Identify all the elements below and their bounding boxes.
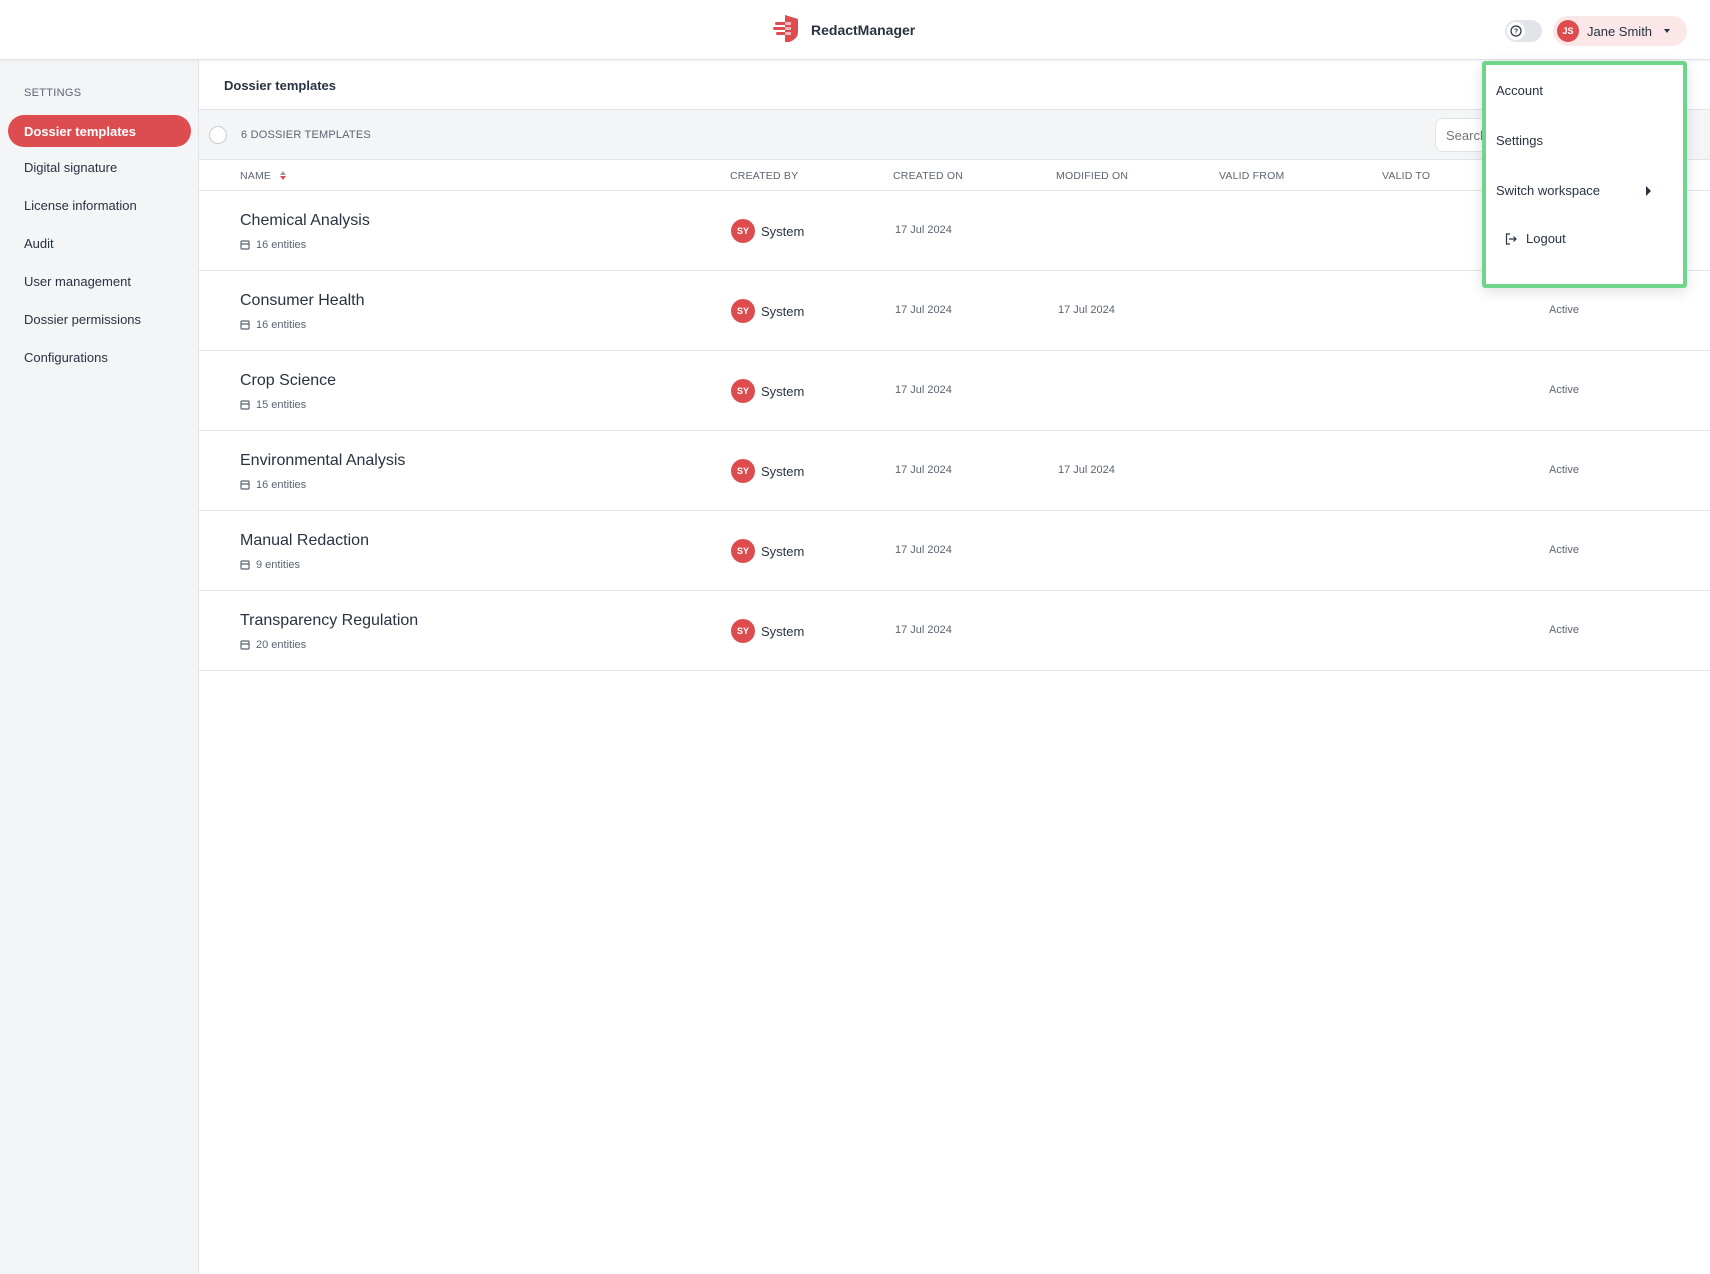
status-badge: Active <box>1549 624 1579 636</box>
status-badge: Active <box>1549 464 1579 476</box>
user-name: Jane Smith <box>1587 23 1653 39</box>
sidebar-title: SETTINGS <box>24 87 82 99</box>
template-name: Crop Science <box>240 372 337 389</box>
entities-count: 15 entities <box>256 399 307 411</box>
status-badge: Active <box>1549 544 1579 556</box>
svg-text:?: ? <box>1514 29 1518 36</box>
entities-icon <box>240 320 250 330</box>
chevron-right-icon <box>1646 186 1651 196</box>
sidebar-item-license-information[interactable]: License information <box>8 189 191 221</box>
created-on: 17 Jul 2024 <box>895 544 952 556</box>
creator-name: System <box>761 383 805 399</box>
entities-count: 9 entities <box>256 559 301 571</box>
brand[interactable]: RedactManager <box>771 14 915 46</box>
table-row[interactable]: Manual Redaction 9 entities SY System 17… <box>199 511 1710 591</box>
template-entities: 9 entities <box>240 559 300 571</box>
table-row[interactable]: Environmental Analysis 16 entities SY Sy… <box>199 431 1710 511</box>
sidebar-item-user-management[interactable]: User management <box>8 265 191 297</box>
page-title: Dossier templates <box>224 78 336 93</box>
created-on: 17 Jul 2024 <box>895 624 952 636</box>
sort-icon <box>280 170 287 180</box>
status-badge: Active <box>1549 304 1579 316</box>
user-menu-button[interactable]: JS Jane Smith <box>1553 16 1687 46</box>
creator-name: System <box>761 463 805 479</box>
logout-icon <box>1505 232 1517 245</box>
user-dropdown-menu: Account Settings Switch workspace Logout <box>1482 61 1687 288</box>
template-name: Transparency Regulation <box>240 612 419 629</box>
table-row[interactable]: Crop Science 15 entities SY System 17 Ju… <box>199 351 1710 431</box>
help-mode-toggle[interactable]: ? <box>1505 20 1542 42</box>
sidebar-item-audit[interactable]: Audit <box>8 227 191 259</box>
column-header-created-by[interactable]: CREATED BY <box>730 170 798 182</box>
created-by: SY System <box>731 539 804 563</box>
created-on: 17 Jul 2024 <box>895 464 952 476</box>
table-row[interactable]: Transparency Regulation 20 entities SY S… <box>199 591 1710 671</box>
creator-name: System <box>761 303 805 319</box>
creator-avatar: SY <box>731 379 755 403</box>
created-by: SY System <box>731 299 804 323</box>
creator-name: System <box>761 543 805 559</box>
modified-on: 17 Jul 2024 <box>1058 304 1115 316</box>
template-entities: 20 entities <box>240 639 306 651</box>
entities-icon <box>240 560 250 570</box>
column-header-valid-to[interactable]: VALID TO <box>1382 170 1430 182</box>
help-icon: ? <box>1507 22 1525 40</box>
entities-count: 16 entities <box>256 239 307 251</box>
logout-label: Logout <box>1526 231 1566 246</box>
template-entities: 15 entities <box>240 399 306 411</box>
created-by: SY System <box>731 619 804 643</box>
top-bar: RedactManager ? JS Jane Smith <box>0 0 1710 60</box>
template-entities: 16 entities <box>240 319 306 331</box>
creator-avatar: SY <box>731 539 755 563</box>
sidebar-item-digital-signature[interactable]: Digital signature <box>8 151 191 183</box>
menu-item-logout[interactable]: Logout <box>1504 231 1566 246</box>
settings-sidebar: SETTINGS Dossier templates Digital signa… <box>0 60 199 1274</box>
column-header-created-on[interactable]: CREATED ON <box>893 170 963 182</box>
app-name: RedactManager <box>811 22 916 38</box>
entities-count: 20 entities <box>256 639 307 651</box>
creator-avatar: SY <box>731 219 755 243</box>
created-by: SY System <box>731 379 804 403</box>
template-entities: 16 entities <box>240 239 306 251</box>
template-name: Manual Redaction <box>240 532 369 549</box>
templates-count: 6 DOSSIER TEMPLATES <box>241 129 371 141</box>
switch-workspace-label: Switch workspace <box>1496 183 1601 198</box>
entities-icon <box>240 640 250 650</box>
modified-on: 17 Jul 2024 <box>1058 464 1115 476</box>
entities-count: 16 entities <box>256 319 307 331</box>
created-on: 17 Jul 2024 <box>895 304 952 316</box>
sidebar-item-dossier-templates[interactable]: Dossier templates <box>8 115 191 147</box>
entities-icon <box>240 400 250 410</box>
created-on: 17 Jul 2024 <box>895 384 952 396</box>
menu-item-account[interactable]: Account <box>1496 83 1543 98</box>
created-by: SY System <box>731 219 804 243</box>
sidebar-item-dossier-permissions[interactable]: Dossier permissions <box>8 303 191 335</box>
entities-icon <box>240 480 250 490</box>
column-header-name[interactable]: NAME <box>240 170 287 182</box>
entities-icon <box>240 240 250 250</box>
select-all-checkbox[interactable] <box>209 126 227 144</box>
creator-avatar: SY <box>731 299 755 323</box>
template-name: Consumer Health <box>240 292 365 309</box>
redactmanager-logo-icon <box>771 12 803 49</box>
template-name: Environmental Analysis <box>240 452 406 469</box>
menu-item-switch-workspace[interactable]: Switch workspace <box>1496 183 1651 198</box>
column-header-modified-on[interactable]: MODIFIED ON <box>1056 170 1128 182</box>
creator-name: System <box>761 623 805 639</box>
column-header-valid-from[interactable]: VALID FROM <box>1219 170 1284 182</box>
created-on: 17 Jul 2024 <box>895 224 952 236</box>
template-entities: 16 entities <box>240 479 306 491</box>
user-avatar: JS <box>1557 20 1579 42</box>
creator-name: System <box>761 223 805 239</box>
entities-count: 16 entities <box>256 479 307 491</box>
created-by: SY System <box>731 459 804 483</box>
template-name: Chemical Analysis <box>240 212 370 229</box>
chevron-down-icon <box>1664 29 1671 33</box>
sidebar-item-configurations[interactable]: Configurations <box>8 341 191 373</box>
creator-avatar: SY <box>731 459 755 483</box>
creator-avatar: SY <box>731 619 755 643</box>
column-header-name-label: NAME <box>240 170 272 182</box>
status-badge: Active <box>1549 384 1579 396</box>
menu-item-settings[interactable]: Settings <box>1496 133 1543 148</box>
